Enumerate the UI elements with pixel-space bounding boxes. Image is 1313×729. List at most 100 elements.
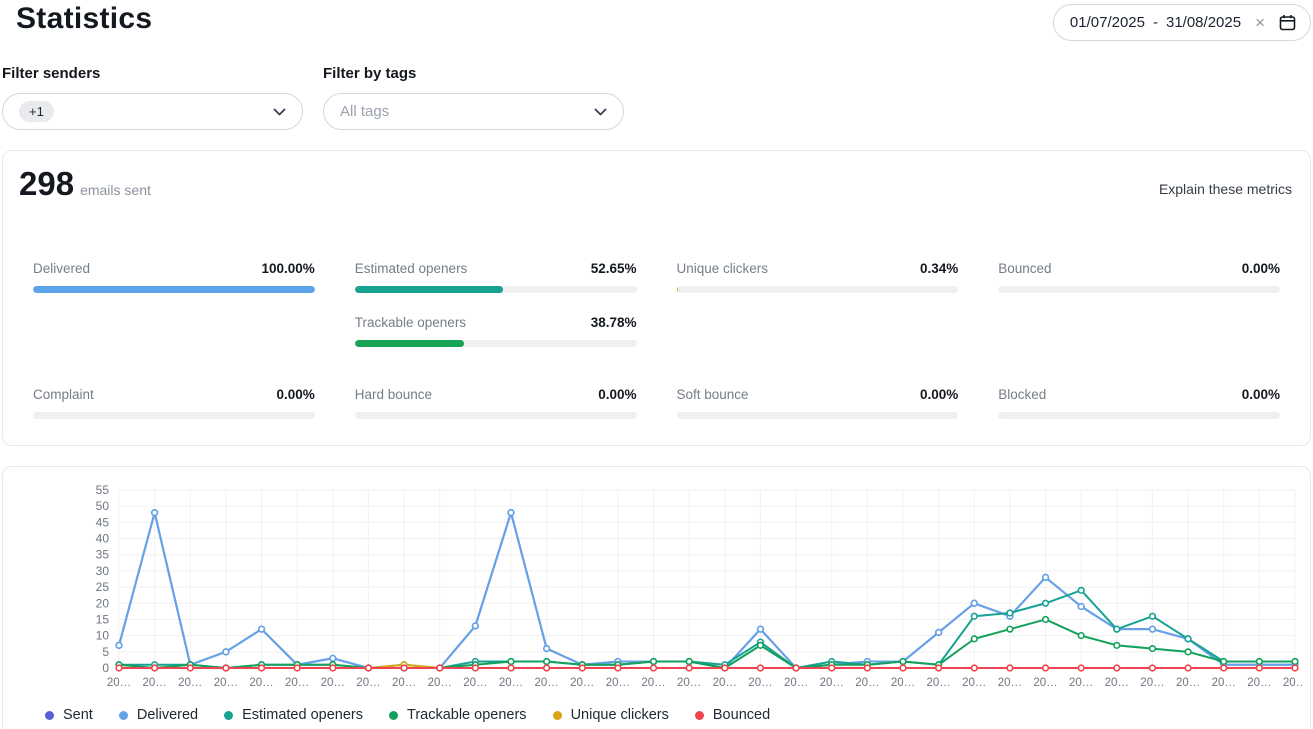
- legend-item-sent[interactable]: Sent: [45, 707, 93, 723]
- data-point: [223, 665, 229, 671]
- y-axis-tick: 45: [96, 515, 110, 529]
- data-point: [1043, 575, 1049, 581]
- statistics-page: Statistics 01/07/2025 - 31/08/2025 × Fil…: [0, 0, 1313, 729]
- data-point: [1114, 643, 1120, 649]
- filter-senders-select[interactable]: +1: [2, 93, 303, 130]
- data-point: [366, 665, 372, 671]
- y-axis-tick: 20: [96, 596, 110, 610]
- data-point: [1043, 665, 1049, 671]
- legend-item-estimated-openers[interactable]: Estimated openers: [224, 707, 363, 723]
- x-axis-tick: 20…: [356, 677, 380, 689]
- data-point: [1007, 665, 1013, 671]
- emails-sent-count: 298emails sent: [19, 165, 151, 203]
- metric-complaint: Complaint0.00%: [33, 365, 315, 419]
- date-range-value: 01/07/2025 - 31/08/2025: [1070, 14, 1241, 31]
- y-axis-tick: 15: [96, 612, 110, 626]
- x-axis-tick: 20…: [1283, 677, 1302, 689]
- metric-progress-track: [355, 412, 637, 419]
- x-axis-tick: 20…: [926, 677, 950, 689]
- metric-label: Bounced: [998, 261, 1051, 276]
- legend-dot: [224, 711, 233, 720]
- data-point: [651, 659, 657, 665]
- metric-label: Soft bounce: [677, 387, 749, 402]
- data-point: [473, 623, 479, 629]
- metric-progress-track: [677, 286, 959, 293]
- data-point: [615, 665, 621, 671]
- filter-tags-label: Filter by tags: [323, 65, 624, 82]
- data-point: [1007, 610, 1013, 616]
- data-point: [116, 643, 122, 649]
- legend-item-trackable-openers[interactable]: Trackable openers: [389, 707, 527, 723]
- filter-tags-select[interactable]: All tags: [323, 93, 624, 130]
- x-axis-tick: 20…: [107, 677, 131, 689]
- y-axis-tick: 50: [96, 499, 110, 513]
- x-axis-tick: 20…: [1212, 677, 1236, 689]
- data-point: [1007, 626, 1013, 632]
- legend-dot: [45, 711, 54, 720]
- data-point: [1185, 649, 1191, 655]
- metric-value: 0.34%: [920, 261, 958, 276]
- senders-count-badge: +1: [19, 101, 54, 122]
- data-point: [936, 665, 942, 671]
- x-axis-tick: 20…: [142, 677, 166, 689]
- x-axis-tick: 20…: [392, 677, 416, 689]
- metric-trackable-openers: Trackable openers 38.78%: [355, 293, 637, 347]
- data-point: [1078, 604, 1084, 610]
- metric-value: 38.78%: [591, 315, 637, 330]
- x-axis-tick: 20…: [713, 677, 737, 689]
- metric-progress-track: [355, 340, 637, 347]
- data-point: [686, 665, 692, 671]
- x-axis-tick: 20…: [748, 677, 772, 689]
- data-point: [1114, 665, 1120, 671]
- data-point: [900, 659, 906, 665]
- legend-item-delivered[interactable]: Delivered: [119, 707, 198, 723]
- data-point: [1292, 665, 1298, 671]
- data-point: [508, 510, 514, 516]
- legend-label: Bounced: [713, 707, 770, 723]
- metric-label: Trackable openers: [355, 315, 466, 330]
- statistics-chart: 051015202530354045505520…20…20…20…20…20……: [17, 481, 1302, 693]
- legend-label: Unique clickers: [571, 707, 669, 723]
- y-axis-tick: 35: [96, 548, 110, 562]
- data-point: [259, 626, 265, 632]
- y-axis-tick: 30: [96, 564, 110, 578]
- data-point: [1078, 633, 1084, 639]
- metric-label: Blocked: [998, 387, 1046, 402]
- data-point: [651, 665, 657, 671]
- filter-senders-label: Filter senders: [2, 65, 303, 82]
- metric-estimated-openers: Estimated openers52.65%: [355, 239, 637, 293]
- legend-dot: [119, 711, 128, 720]
- metric-label: Unique clickers: [677, 261, 769, 276]
- x-axis-tick: 20…: [1105, 677, 1129, 689]
- y-axis-tick: 25: [96, 580, 110, 594]
- explain-metrics-link[interactable]: Explain these metrics: [1159, 181, 1292, 197]
- data-point: [1078, 588, 1084, 594]
- metric-label: Estimated openers: [355, 261, 468, 276]
- x-axis-tick: 20…: [463, 677, 487, 689]
- date-range-picker[interactable]: 01/07/2025 - 31/08/2025 ×: [1053, 4, 1311, 41]
- data-point: [1150, 626, 1156, 632]
- metric-bounced: Bounced0.00%: [998, 239, 1280, 293]
- x-axis-tick: 20…: [1247, 677, 1271, 689]
- date-start: 01/07/2025: [1070, 14, 1145, 31]
- clear-date-icon[interactable]: ×: [1253, 14, 1267, 31]
- metric-progress-track: [33, 286, 315, 293]
- legend-item-unique-clickers[interactable]: Unique clickers: [553, 707, 669, 723]
- data-point: [829, 665, 835, 671]
- data-point: [758, 643, 764, 649]
- metric-progress-fill: [33, 286, 315, 293]
- filter-senders-group: Filter senders +1: [2, 65, 303, 130]
- x-axis-tick: 20…: [285, 677, 309, 689]
- legend-item-bounced[interactable]: Bounced: [695, 707, 770, 723]
- legend-label: Estimated openers: [242, 707, 363, 723]
- x-axis-tick: 20…: [570, 677, 594, 689]
- data-point: [1257, 659, 1263, 665]
- x-axis-tick: 20…: [321, 677, 345, 689]
- calendar-icon[interactable]: [1279, 14, 1296, 31]
- emails-sent-number: 298: [19, 165, 74, 202]
- x-axis-tick: 20…: [534, 677, 558, 689]
- x-axis-tick: 20…: [1140, 677, 1164, 689]
- x-axis-tick: 20…: [499, 677, 523, 689]
- metric-delivered: Delivered100.00%: [33, 239, 315, 293]
- data-point: [401, 665, 407, 671]
